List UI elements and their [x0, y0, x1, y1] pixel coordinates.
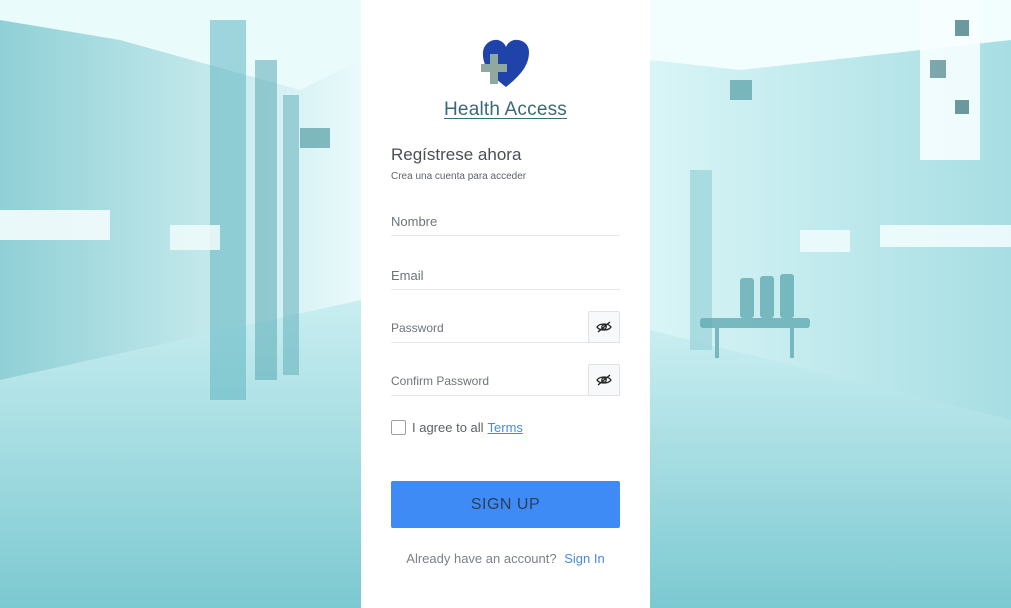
- signin-prompt: Already have an account? Sign In: [361, 551, 650, 566]
- heart-plus-icon: [481, 39, 529, 87]
- password-input[interactable]: [391, 314, 585, 342]
- nombre-input[interactable]: [391, 207, 620, 235]
- email-input[interactable]: [391, 261, 620, 289]
- brand-name[interactable]: Health Access: [444, 99, 567, 120]
- confirm-password-field: [391, 364, 620, 396]
- nombre-field: [391, 207, 620, 236]
- confirm-password-input[interactable]: [391, 367, 585, 395]
- terms-label: I agree to all: [412, 420, 484, 435]
- terms-row: I agree to all Terms: [391, 420, 523, 435]
- brand-title[interactable]: Health Access: [361, 99, 650, 121]
- eye-slash-icon: [596, 374, 612, 386]
- password-toggle-button[interactable]: [588, 311, 620, 343]
- eye-slash-icon: [596, 321, 612, 333]
- confirm-password-toggle-button[interactable]: [588, 364, 620, 396]
- form-subheading: Crea una cuenta para acceder: [391, 171, 527, 182]
- signin-prompt-text: Already have an account?: [406, 551, 557, 566]
- signup-page: Health Access Regístrese ahora Crea una …: [0, 0, 1011, 608]
- sign-up-button[interactable]: SIGN UP: [391, 481, 620, 528]
- password-field: [391, 311, 620, 343]
- form-heading: Regístrese ahora: [391, 145, 522, 164]
- signup-panel: Health Access Regístrese ahora Crea una …: [361, 0, 650, 608]
- terms-link[interactable]: Terms: [488, 420, 523, 435]
- email-field: [391, 261, 620, 290]
- sign-in-link[interactable]: Sign In: [564, 551, 604, 566]
- terms-checkbox[interactable]: [391, 420, 406, 435]
